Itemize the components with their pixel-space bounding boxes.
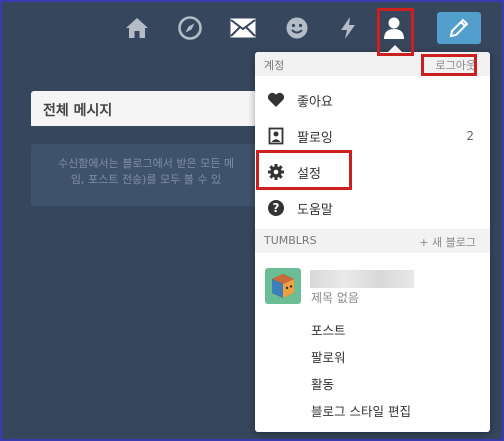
menu-item-label: 좋아요	[297, 94, 333, 110]
blog-link-posts[interactable]: 포스트	[311, 320, 346, 339]
blog-link-followers[interactable]: 팔로워	[311, 347, 346, 366]
blog-subtitle: 제목 없음	[311, 291, 359, 305]
messaging-smiley-icon[interactable]	[281, 12, 313, 44]
heart-icon	[267, 91, 285, 109]
menu-item-label: 도움말	[297, 202, 333, 218]
compose-button[interactable]	[437, 12, 481, 44]
logout-highlight	[421, 54, 477, 76]
menu-item-label: 팔로잉	[297, 130, 333, 146]
inbox-title: 전체 메시지	[31, 91, 261, 126]
account-dropdown: 계정 로그아웃 좋아요 팔로잉 2 설정 ? 도움말 TUMBLRS + 새 블…	[255, 45, 490, 432]
menu-item-likes[interactable]: 좋아요	[255, 82, 490, 118]
blog-avatar[interactable]	[265, 268, 301, 304]
inbox-mail-icon[interactable]	[227, 12, 259, 44]
help-icon: ?	[267, 199, 285, 217]
menu-item-help[interactable]: ? 도움말	[255, 190, 490, 226]
inbox-empty-message: 수신함에서는 블로그에서 받은 모든 메 임, 포스트 전송)를 모두 볼 수 …	[31, 144, 261, 206]
tumblrs-section-header: TUMBLRS + 새 블로그	[255, 229, 490, 253]
following-count: 2	[466, 129, 474, 143]
svg-text:?: ?	[273, 201, 280, 215]
following-icon	[267, 127, 285, 145]
home-icon[interactable]	[121, 12, 153, 44]
tumblrs-header-label: TUMBLRS	[264, 234, 317, 247]
inbox-message-line2: 임, 포스트 전송)를 모두 볼 수 있	[70, 173, 222, 186]
compose-pencil-icon	[449, 18, 469, 38]
account-button-highlight	[377, 8, 414, 56]
new-blog-link[interactable]: + 새 블로그	[419, 234, 476, 250]
menu-item-following[interactable]: 팔로잉 2	[255, 118, 490, 154]
blog-name-redacted	[310, 270, 414, 288]
activity-lightning-icon[interactable]	[332, 12, 364, 44]
settings-highlight	[256, 150, 352, 190]
blog-link-edit-appearance[interactable]: 블로그 스타일 편집	[311, 401, 411, 420]
blog-link-activity[interactable]: 활동	[311, 374, 334, 393]
explore-compass-icon[interactable]	[174, 12, 206, 44]
inbox-message-line1: 수신함에서는 블로그에서 받은 모든 메	[58, 157, 234, 170]
account-header-label: 계정	[264, 59, 285, 72]
